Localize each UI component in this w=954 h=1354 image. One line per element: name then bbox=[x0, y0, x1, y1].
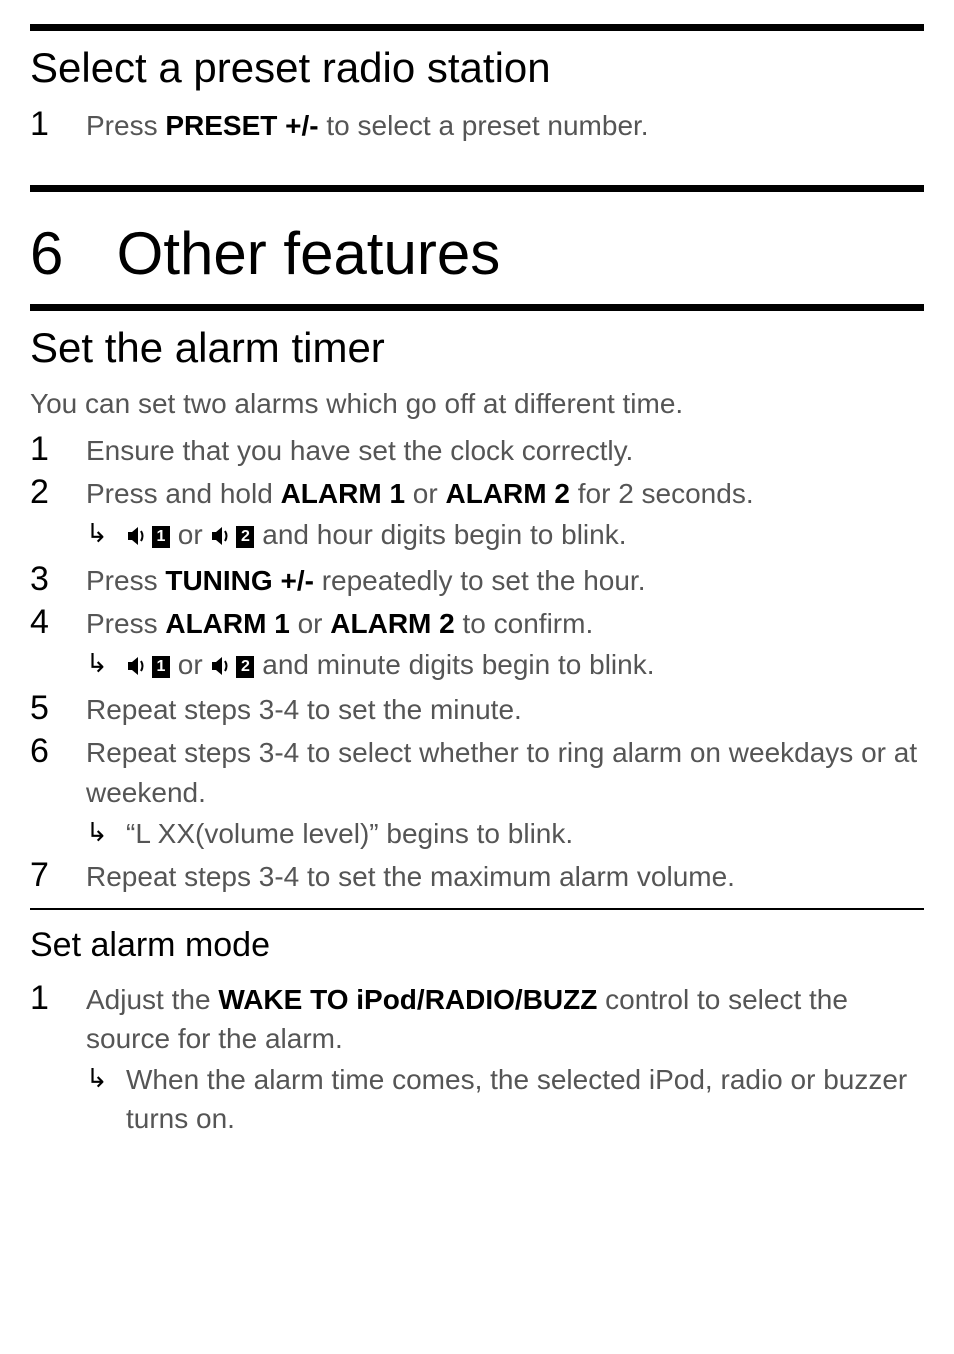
text: to select a preset number. bbox=[319, 110, 649, 141]
speaker-icon bbox=[210, 647, 234, 686]
alarm-1-badge-icon: 1 bbox=[152, 526, 170, 548]
alarm1-label: ALARM 1 bbox=[281, 478, 405, 509]
alarm-1-badge-icon: 1 bbox=[152, 656, 170, 678]
step-number: 5 bbox=[30, 688, 86, 729]
result-arrow-icon: ↳ bbox=[86, 1060, 126, 1138]
text: repeatedly to set the hour. bbox=[314, 565, 646, 596]
step-number: 7 bbox=[30, 855, 86, 896]
wake-to-label: WAKE TO iPod/RADIO/BUZZ bbox=[218, 984, 597, 1015]
sub-result: ↳ When the alarm time comes, the selecte… bbox=[86, 1060, 924, 1138]
heading-set-alarm-timer: Set the alarm timer bbox=[30, 319, 924, 378]
preset-step-1: 1 Press PRESET +/- to select a preset nu… bbox=[30, 104, 924, 145]
step-number: 4 bbox=[30, 602, 86, 686]
chapter-title: Other features bbox=[117, 220, 501, 287]
sub-result: ↳ “L XX(volume level)” begins to blink. bbox=[86, 814, 924, 853]
speaker-icon bbox=[210, 517, 234, 556]
text: and minute digits begin to blink. bbox=[262, 649, 654, 680]
text: Press and hold bbox=[86, 478, 281, 509]
step-body: Press ALARM 1 or ALARM 2 to confirm. ↳ 1… bbox=[86, 602, 924, 686]
alarm-step-4: 4 Press ALARM 1 or ALARM 2 to confirm. ↳… bbox=[30, 602, 924, 686]
alarm-intro: You can set two alarms which go off at d… bbox=[30, 384, 924, 423]
text: to confirm. bbox=[455, 608, 593, 639]
text: or bbox=[405, 478, 445, 509]
alarm-2-badge-icon: 2 bbox=[236, 526, 254, 548]
step-body: Repeat steps 3-4 to select whether to ri… bbox=[86, 731, 924, 853]
text: for 2 seconds. bbox=[570, 478, 754, 509]
step-number: 1 bbox=[30, 104, 86, 145]
speaker-icon bbox=[126, 647, 150, 686]
alarm-step-7: 7 Repeat steps 3-4 to set the maximum al… bbox=[30, 855, 924, 896]
step-body: Repeat steps 3-4 to set the minute. bbox=[86, 688, 924, 729]
result-arrow-icon: ↳ bbox=[86, 515, 126, 556]
sub-body: When the alarm time comes, the selected … bbox=[126, 1060, 924, 1138]
heading-select-preset: Select a preset radio station bbox=[30, 39, 924, 98]
step-body: Adjust the WAKE TO iPod/RADIO/BUZZ contr… bbox=[86, 978, 924, 1139]
alarm-step-5: 5 Repeat steps 3-4 to set the minute. bbox=[30, 688, 924, 729]
text: Press bbox=[86, 608, 165, 639]
step-number: 1 bbox=[30, 978, 86, 1139]
divider-thick bbox=[30, 24, 924, 31]
heading-set-alarm-mode: Set alarm mode bbox=[30, 922, 924, 970]
sub-body: 1 or 2 and hour digits begin to blink. bbox=[126, 515, 924, 556]
alarm1-label: ALARM 1 bbox=[165, 608, 289, 639]
chapter-heading: 6 Other features bbox=[30, 212, 924, 296]
tuning-label: TUNING +/- bbox=[165, 565, 314, 596]
alarm-step-6: 6 Repeat steps 3-4 to select whether to … bbox=[30, 731, 924, 853]
text: or bbox=[178, 649, 211, 680]
step-number: 1 bbox=[30, 429, 86, 470]
speaker-icon bbox=[126, 517, 150, 556]
alarm-step-2: 2 Press and hold ALARM 1 or ALARM 2 for … bbox=[30, 472, 924, 556]
text: Repeat steps 3-4 to select whether to ri… bbox=[86, 737, 917, 807]
text: or bbox=[290, 608, 330, 639]
text: Adjust the bbox=[86, 984, 218, 1015]
step-number: 2 bbox=[30, 472, 86, 556]
alarm-step-1: 1 Ensure that you have set the clock cor… bbox=[30, 429, 924, 470]
alarm2-label: ALARM 2 bbox=[330, 608, 454, 639]
step-number: 3 bbox=[30, 559, 86, 600]
preset-button-label: PRESET +/- bbox=[165, 110, 318, 141]
mode-step-1: 1 Adjust the WAKE TO iPod/RADIO/BUZZ con… bbox=[30, 978, 924, 1139]
step-body: Press and hold ALARM 1 or ALARM 2 for 2 … bbox=[86, 472, 924, 556]
divider-thick bbox=[30, 304, 924, 311]
alarm-step-3: 3 Press TUNING +/- repeatedly to set the… bbox=[30, 559, 924, 600]
step-number: 6 bbox=[30, 731, 86, 853]
result-arrow-icon: ↳ bbox=[86, 645, 126, 686]
text: Press bbox=[86, 110, 165, 141]
step-body: Press TUNING +/- repeatedly to set the h… bbox=[86, 559, 924, 600]
sub-body: “L XX(volume level)” begins to blink. bbox=[126, 814, 924, 853]
step-body: Ensure that you have set the clock corre… bbox=[86, 429, 924, 470]
chapter-number: 6 bbox=[30, 212, 100, 296]
step-body: Repeat steps 3-4 to set the maximum alar… bbox=[86, 855, 924, 896]
sub-result: ↳ 1 or 2 and minute digits begin to blin… bbox=[86, 645, 924, 686]
alarm-2-badge-icon: 2 bbox=[236, 656, 254, 678]
sub-result: ↳ 1 or 2 and hour digits begin to blink. bbox=[86, 515, 924, 556]
alarm2-label: ALARM 2 bbox=[446, 478, 570, 509]
text: Press bbox=[86, 565, 165, 596]
divider-thick bbox=[30, 185, 924, 192]
divider-thin bbox=[30, 908, 924, 910]
sub-body: 1 or 2 and minute digits begin to blink. bbox=[126, 645, 924, 686]
text: and hour digits begin to blink. bbox=[262, 519, 626, 550]
text: or bbox=[178, 519, 211, 550]
step-body: Press PRESET +/- to select a preset numb… bbox=[86, 104, 924, 145]
result-arrow-icon: ↳ bbox=[86, 814, 126, 853]
